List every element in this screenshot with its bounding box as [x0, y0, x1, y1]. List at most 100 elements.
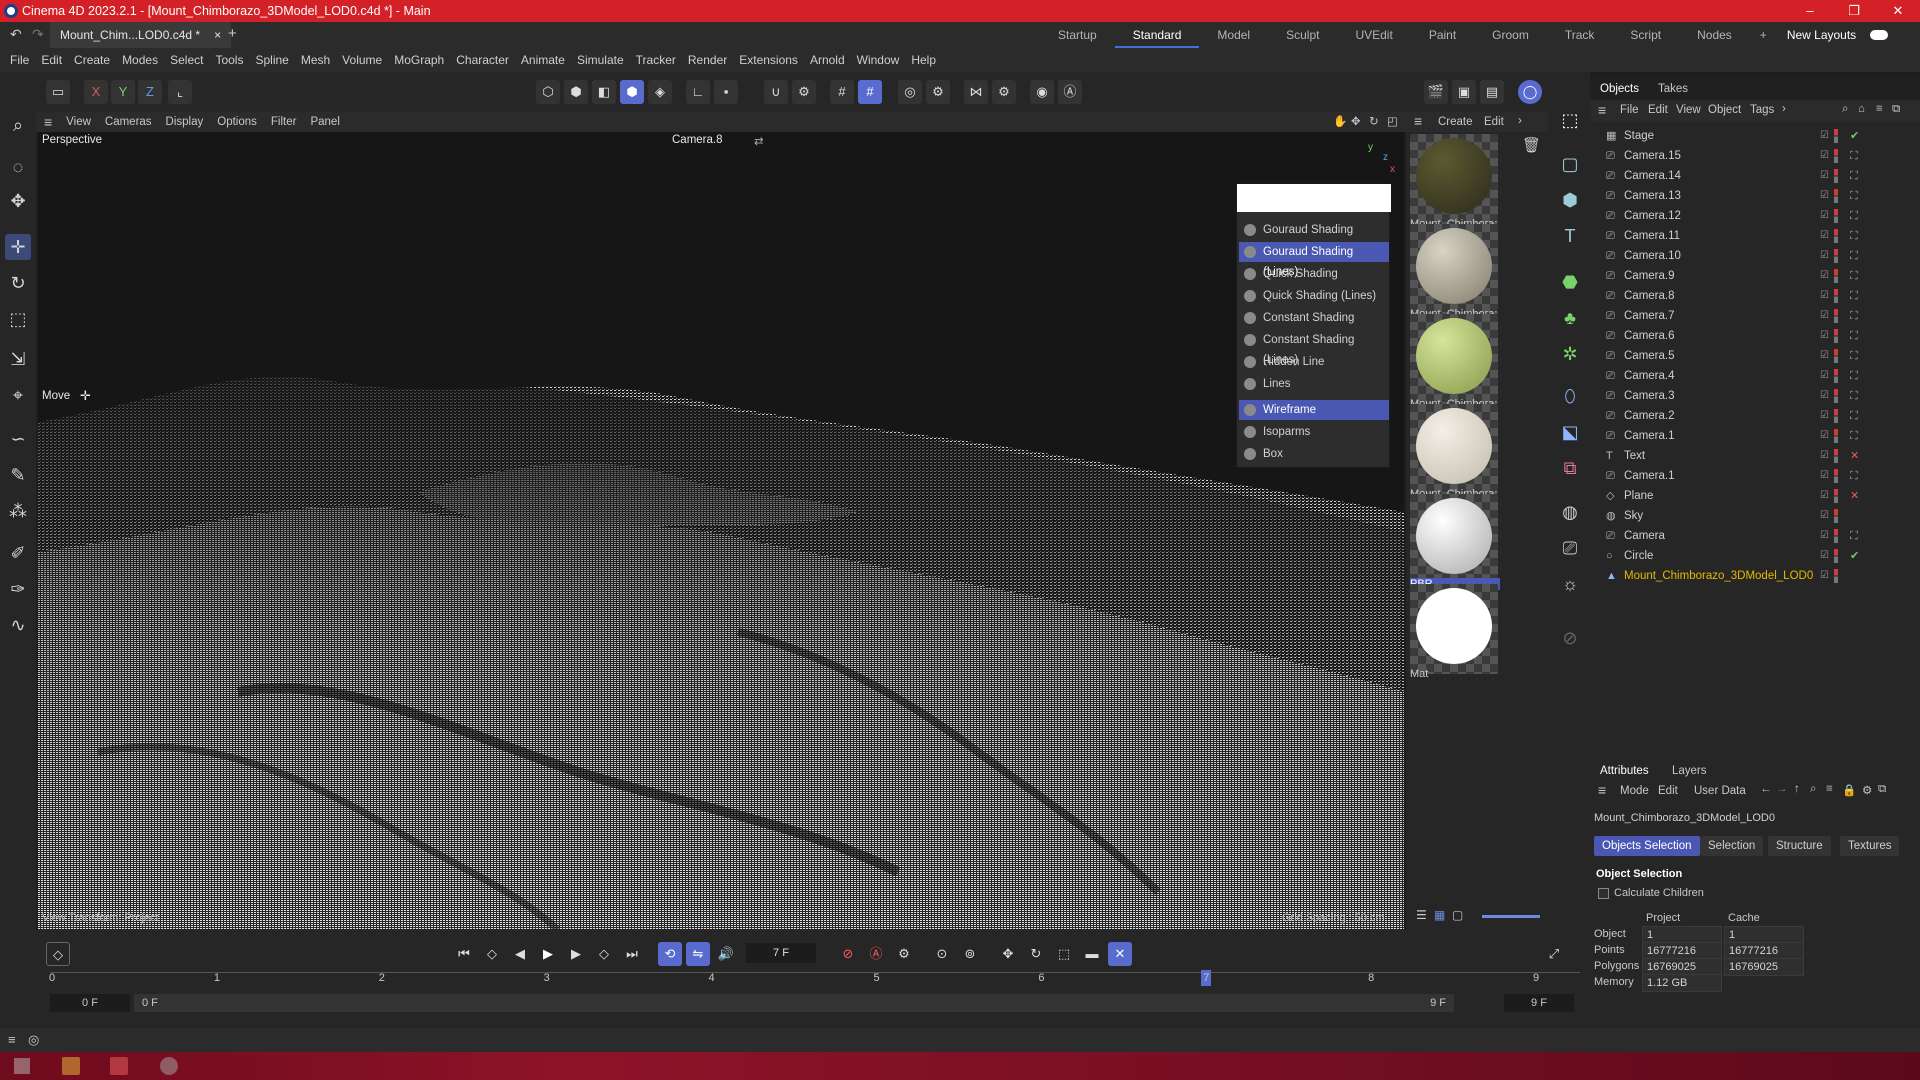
- menu-spline[interactable]: Spline: [249, 53, 294, 67]
- layer-checkbox-icon[interactable]: ☑: [1820, 266, 1832, 286]
- end-frame-field[interactable]: 9 F: [1504, 994, 1574, 1012]
- object-row[interactable]: ○ Circle ☑ ✔: [1602, 546, 1920, 566]
- scale-tool-icon[interactable]: ⬚: [5, 306, 31, 332]
- menu-mograph[interactable]: MoGraph: [388, 53, 450, 67]
- menu-tracker[interactable]: Tracker: [630, 53, 682, 67]
- calculate-children-checkbox[interactable]: [1598, 888, 1609, 899]
- object-row[interactable]: ⎚ Camera.2 ☑ ⛶: [1602, 406, 1920, 426]
- play-icon[interactable]: ▶: [536, 942, 560, 966]
- menu-mesh[interactable]: Mesh: [295, 53, 336, 67]
- visibility-dots[interactable]: [1834, 569, 1838, 583]
- render-active-view-icon[interactable]: ▣: [1452, 80, 1476, 104]
- attr-lock-icon[interactable]: 🔒: [1842, 783, 1856, 797]
- layer-checkbox-icon[interactable]: ☑: [1820, 166, 1832, 186]
- material-hamburger-icon[interactable]: ≡: [1414, 113, 1422, 129]
- object-row[interactable]: ⎚ Camera.1 ☑ ⛶: [1602, 426, 1920, 446]
- visibility-dots[interactable]: [1834, 429, 1838, 443]
- object-name[interactable]: Camera.6: [1624, 326, 1675, 346]
- close-icon[interactable]: ✕: [1876, 3, 1920, 19]
- attr-hamburger-icon[interactable]: ≡: [1598, 782, 1606, 798]
- object-row[interactable]: ⎚ Camera.4 ☑ ⛶: [1602, 366, 1920, 386]
- objects-selection-button[interactable]: Objects Selection: [1594, 836, 1700, 856]
- disabled-x-icon[interactable]: ✕: [1850, 446, 1859, 466]
- object-name[interactable]: Camera: [1624, 526, 1665, 546]
- key-param-icon[interactable]: ↻: [1024, 942, 1048, 966]
- menu-arnold[interactable]: Arnold: [804, 53, 851, 67]
- search-icon[interactable]: ⌕: [5, 112, 31, 138]
- layer-checkbox-icon[interactable]: ☑: [1820, 406, 1832, 426]
- menu-edit[interactable]: Edit: [35, 53, 68, 67]
- light-object-icon[interactable]: ☼: [1556, 570, 1584, 598]
- menu-create[interactable]: Create: [68, 53, 116, 67]
- viewport-menu-display[interactable]: Display: [159, 116, 211, 128]
- object-row[interactable]: ⎚ Camera.15 ☑ ⛶: [1602, 146, 1920, 166]
- object-name[interactable]: Camera.1: [1624, 426, 1675, 446]
- model-mode-icon[interactable]: ⬢: [620, 80, 644, 104]
- layer-checkbox-icon[interactable]: ☑: [1820, 206, 1832, 226]
- object-menu-edit[interactable]: Edit: [1648, 104, 1668, 116]
- polygon-tools-icon[interactable]: ⁂: [5, 498, 31, 524]
- grid-view-icon[interactable]: ▦: [1434, 908, 1445, 922]
- layout-tab-model[interactable]: Model: [1199, 22, 1268, 48]
- key-scale-icon[interactable]: ✥: [996, 942, 1020, 966]
- effector-icon[interactable]: ✲: [1556, 340, 1584, 368]
- status-menu-icon[interactable]: ≡: [8, 1032, 16, 1047]
- menu-volume[interactable]: Volume: [336, 53, 388, 67]
- layer-checkbox-icon[interactable]: ☑: [1820, 146, 1832, 166]
- coordinate-system-icon[interactable]: ⌞: [168, 80, 192, 104]
- object-name[interactable]: Text: [1624, 446, 1645, 466]
- key-pla-icon[interactable]: ⬚: [1052, 942, 1076, 966]
- auto-tangent-icon[interactable]: ✕: [1108, 942, 1132, 966]
- magnet-tool-icon[interactable]: ∿: [5, 612, 31, 638]
- y-axis-lock-button[interactable]: Y: [111, 80, 135, 104]
- enabled-check-icon[interactable]: ✔: [1850, 126, 1859, 146]
- next-frame-icon[interactable]: ▶: [564, 942, 588, 966]
- object-name[interactable]: Camera.10: [1624, 246, 1681, 266]
- add-tab-icon[interactable]: +: [228, 25, 237, 42]
- object-row[interactable]: ⎚ Camera.13 ☑ ⛶: [1602, 186, 1920, 206]
- timeline-window-icon[interactable]: ⤢: [1542, 942, 1566, 966]
- object-name[interactable]: Camera.5: [1624, 346, 1675, 366]
- deformer-icon[interactable]: ⬯: [1556, 382, 1584, 410]
- visibility-dots[interactable]: [1834, 309, 1838, 323]
- structure-button[interactable]: Structure: [1768, 836, 1831, 856]
- object-name[interactable]: Camera.9: [1624, 266, 1675, 286]
- visibility-dots[interactable]: [1834, 509, 1838, 523]
- layer-checkbox-icon[interactable]: ☑: [1820, 346, 1832, 366]
- play-mode-icon[interactable]: ⇋: [686, 942, 710, 966]
- current-frame-field[interactable]: 7 F: [746, 943, 816, 963]
- clapboard-render-icon[interactable]: 🎬: [1424, 80, 1448, 104]
- visibility-dots[interactable]: [1834, 329, 1838, 343]
- shading-item-wireframe[interactable]: Wireframe: [1239, 400, 1389, 420]
- render-to-picture-viewer-icon[interactable]: Ⓐ: [1058, 80, 1082, 104]
- protection-tag-icon[interactable]: ⛶: [1850, 246, 1858, 266]
- solo-icon[interactable]: ▪: [714, 80, 738, 104]
- camera-link-icon[interactable]: ⇄: [754, 134, 764, 148]
- uv-mode-icon[interactable]: ◈: [648, 80, 672, 104]
- object-row[interactable]: ▦ Stage ☑ ✔: [1602, 126, 1920, 146]
- protection-tag-icon[interactable]: ⛶: [1850, 326, 1858, 346]
- object-name[interactable]: Circle: [1624, 546, 1653, 566]
- layout-tab-script[interactable]: Script: [1612, 22, 1679, 48]
- render-region-icon[interactable]: ◎: [898, 80, 922, 104]
- object-name[interactable]: Camera.13: [1624, 186, 1681, 206]
- material-swatch[interactable]: [1410, 314, 1498, 404]
- layer-checkbox-icon[interactable]: ☑: [1820, 566, 1832, 586]
- attr-menu-edit[interactable]: Edit: [1658, 785, 1678, 797]
- add-layout-icon[interactable]: +: [1750, 22, 1777, 48]
- motion-system-icon[interactable]: ▬: [1080, 942, 1104, 966]
- object-row[interactable]: ◇ Plane ☑ ✕: [1602, 486, 1920, 506]
- autokey-icon[interactable]: Ⓐ: [864, 942, 888, 966]
- snap-magnet-icon[interactable]: ∪: [764, 80, 788, 104]
- shading-item-box[interactable]: Box: [1239, 444, 1389, 464]
- material-menu-create[interactable]: Create: [1438, 116, 1473, 128]
- x-axis-lock-button[interactable]: X: [84, 80, 108, 104]
- object-row[interactable]: ⎚ Camera.11 ☑ ⛶: [1602, 226, 1920, 246]
- thumbnail-size-slider[interactable]: [1482, 915, 1540, 918]
- object-name[interactable]: Stage: [1624, 126, 1654, 146]
- layout-tab-paint[interactable]: Paint: [1411, 22, 1474, 48]
- menu-render[interactable]: Render: [682, 53, 733, 67]
- material-label[interactable]: Mat: [1410, 668, 1500, 680]
- shading-item-gouraud-lines[interactable]: Gouraud Shading (Lines): [1239, 242, 1389, 278]
- layer-checkbox-icon[interactable]: ☑: [1820, 426, 1832, 446]
